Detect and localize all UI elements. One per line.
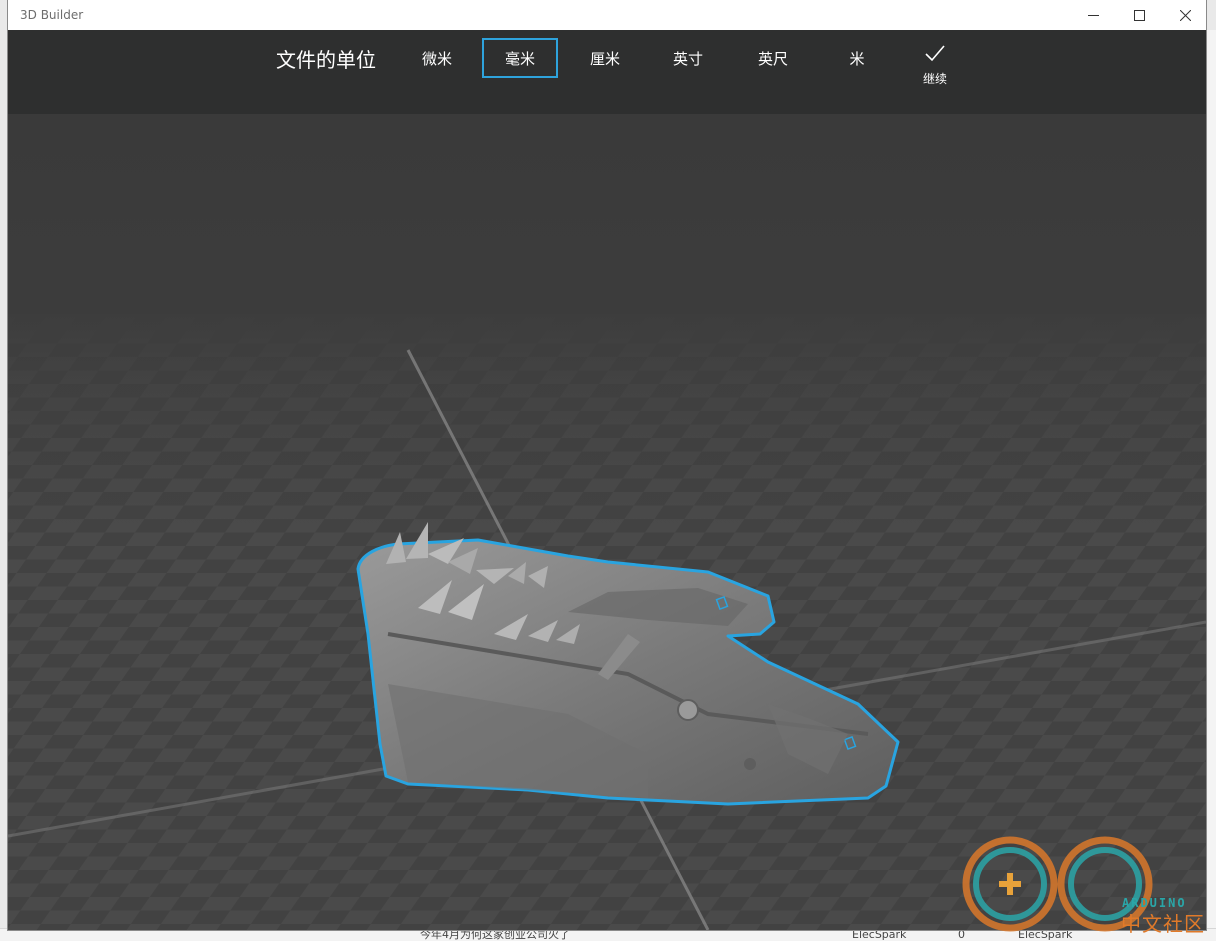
title-bar[interactable]: 3D Builder — [8, 0, 1206, 30]
unit-option-millimeter[interactable]: 毫米 — [482, 38, 558, 78]
unit-option-micrometer[interactable]: 微米 — [399, 38, 475, 78]
unit-option-foot[interactable]: 英尺 — [735, 38, 811, 78]
unit-option-label: 英寸 — [672, 49, 703, 68]
checkmark-icon — [925, 45, 945, 62]
unit-option-label: 厘米 — [589, 49, 620, 68]
close-icon — [1179, 9, 1191, 21]
3d-scene — [8, 114, 1206, 930]
floor-fade — [8, 314, 1206, 534]
continue-label: 继续 — [922, 72, 947, 86]
maximize-button[interactable] — [1116, 0, 1162, 30]
background-window-edge — [1206, 30, 1216, 928]
minimize-icon — [1087, 14, 1099, 16]
unit-option-centimeter[interactable]: 厘米 — [567, 38, 643, 78]
background-row-title: 今年4月为何这家创业公司火了 — [420, 928, 570, 941]
background-row-author: ElecSpark — [852, 928, 907, 941]
continue-button[interactable]: 继续 — [910, 44, 960, 88]
unit-option-label: 微米 — [421, 49, 452, 68]
unit-option-label: 米 — [849, 49, 865, 68]
unit-option-label: 英尺 — [757, 49, 788, 68]
units-heading: 文件的单位 — [276, 48, 376, 72]
watermark-sub-text: ARDUINO — [1122, 896, 1187, 910]
app-window: 3D Builder 文件的单位 微米 毫米 厘米 英寸 英尺 米 继续 — [8, 0, 1206, 930]
close-button[interactable] — [1162, 0, 1208, 30]
3d-viewport[interactable] — [8, 114, 1206, 930]
unit-option-inch[interactable]: 英寸 — [650, 38, 726, 78]
units-toolbar: 文件的单位 微米 毫米 厘米 英寸 英尺 米 继续 — [8, 30, 1206, 114]
maximize-icon — [1133, 9, 1145, 21]
unit-option-label: 毫米 — [504, 49, 535, 68]
minimize-button[interactable] — [1070, 0, 1116, 30]
watermark-text: 中文社区 — [1121, 912, 1205, 936]
app-title: 3D Builder — [20, 8, 84, 22]
unit-option-meter[interactable]: 米 — [819, 38, 895, 78]
